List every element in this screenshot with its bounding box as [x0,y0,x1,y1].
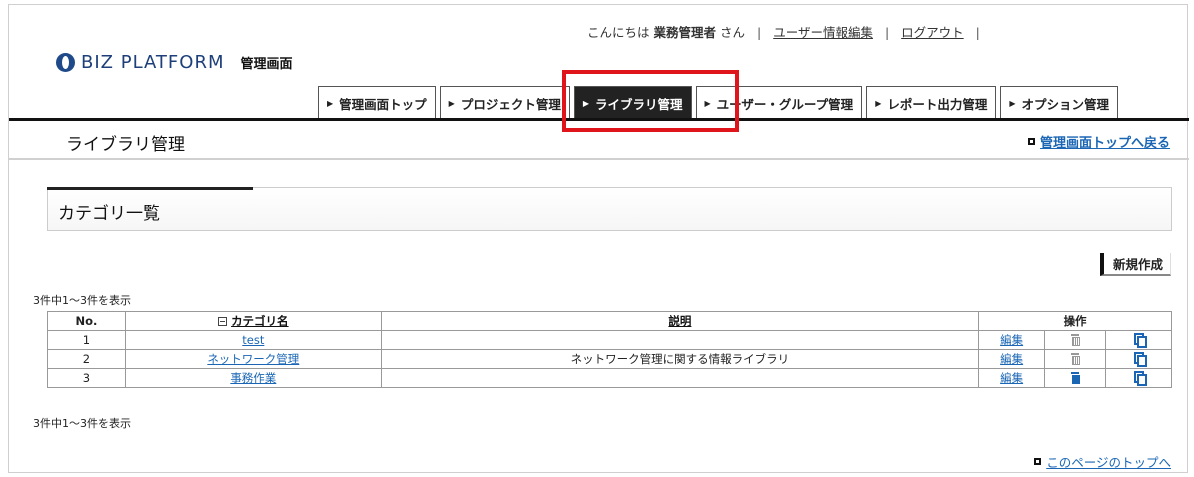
trash-icon [1071,334,1081,346]
table-header-row: No. カテゴリ名 説明 操作 [47,311,1172,331]
col-header-description[interactable]: 説明 [380,311,980,331]
tab-label: ライブラリ管理 [595,96,683,112]
triangle-right-icon: ▶ [875,98,882,108]
logo[interactable]: BIZ PLATFORM 管理画面 [56,52,293,73]
row-name-cell: test [124,330,382,350]
edit-link[interactable]: 編集 [1000,371,1023,385]
table-row: 1 test 編集 [47,330,1172,350]
tab-option[interactable]: ▶ オプション管理 [1000,86,1119,119]
col-header-name[interactable]: カテゴリ名 [124,311,382,331]
panel-title: カテゴリ一覧 [58,204,160,224]
tab-label: プロジェクト管理 [460,96,561,112]
row-description: ネットワーク管理に関する情報ライブラリ [380,349,980,369]
tab-report[interactable]: ▶ レポート出力管理 [866,86,997,119]
greeting-suffix: さん [720,25,746,40]
logo-text: BIZ PLATFORM [81,52,225,73]
main-tabs: ▶ 管理画面トップ ▶ プロジェクト管理 ▶ ライブラリ管理 ▶ ユーザー・グループ管理… [318,86,1122,119]
row-no: 1 [47,330,126,350]
row-name-cell: 事務作業 [124,368,382,388]
row-no: 3 [47,368,126,388]
triangle-right-icon: ▶ [704,98,711,108]
sort-name-link[interactable]: カテゴリ名 [231,314,289,328]
row-delete-cell [1044,368,1106,388]
col-header-no: No. [47,311,126,331]
back-link-label: 管理画面トップへ戻る [1039,136,1170,151]
triangle-right-icon: ▶ [582,98,589,108]
copy-icon[interactable] [1133,371,1147,386]
logout-link[interactable]: ログアウト [901,25,964,40]
tab-admin-top[interactable]: ▶ 管理画面トップ [318,86,436,119]
category-panel-header: カテゴリ一覧 [47,187,1172,231]
trash-icon [1071,353,1081,365]
category-link[interactable]: ネットワーク管理 [207,352,299,366]
user-name: 業務管理者 [653,25,717,40]
row-delete-cell [1044,349,1106,369]
col-header-operations: 操作 [978,311,1172,331]
triangle-right-icon: ▶ [327,98,334,108]
edit-user-link[interactable]: ユーザー情報編集 [773,25,873,40]
greeting-prefix: こんにちは [587,25,650,40]
table-row: 3 事務作業 編集 [47,368,1172,388]
row-description [380,330,980,350]
page-top-label: このページのトップへ [1046,455,1171,470]
row-copy-cell [1105,330,1172,350]
row-edit-cell: 編集 [978,330,1046,350]
back-to-top-link[interactable]: 管理画面トップへ戻る [1027,132,1170,151]
row-delete-cell [1044,330,1106,350]
sort-description-link[interactable]: 説明 [668,314,691,328]
category-link[interactable]: 事務作業 [230,371,276,385]
separator: | [757,25,762,40]
tabs-divider [9,118,1189,121]
tab-user-group[interactable]: ▶ ユーザー・グループ管理 [695,86,863,119]
triangle-right-icon: ▶ [1009,98,1016,108]
panel-accent [47,187,253,190]
page-top-link[interactable]: このページのトップへ [1034,452,1171,471]
logo-subtitle: 管理画面 [240,57,293,72]
page-title: ライブラリ管理 [66,135,185,155]
row-copy-cell [1105,368,1172,388]
row-name-cell: ネットワーク管理 [124,349,382,369]
row-edit-cell: 編集 [978,368,1046,388]
page-frame: こんにちは 業務管理者 さん | ユーザー情報編集 | ログアウト | BIZ … [8,4,1189,473]
row-copy-cell [1105,349,1172,369]
tab-label: オプション管理 [1021,96,1110,112]
result-count-top: 3件中1～3件を表示 [33,294,131,307]
logo-icon [56,53,75,72]
tab-label: レポート出力管理 [887,96,988,112]
category-link[interactable]: test [242,333,264,347]
sort-icon [218,317,228,326]
copy-icon[interactable] [1133,333,1147,348]
result-count-bottom: 3件中1～3件を表示 [33,417,131,430]
copy-icon[interactable] [1133,352,1147,367]
tab-label: 管理画面トップ [339,96,427,112]
row-description [380,368,980,388]
separator: | [975,25,980,40]
row-edit-cell: 編集 [978,349,1046,369]
triangle-right-icon: ▶ [448,98,455,108]
trash-icon[interactable] [1071,372,1081,384]
separator: | [884,25,890,40]
new-button[interactable]: 新規作成 [1099,253,1171,276]
square-bullet-icon [1034,458,1042,465]
tab-project[interactable]: ▶ プロジェクト管理 [439,86,570,119]
row-no: 2 [47,349,126,369]
title-divider [9,158,1189,160]
tab-label: ユーザー・グループ管理 [716,96,854,112]
tab-library[interactable]: ▶ ライブラリ管理 [573,86,692,119]
table-row: 2 ネットワーク管理 ネットワーク管理に関する情報ライブラリ 編集 [47,349,1172,369]
edit-link[interactable]: 編集 [1000,333,1023,347]
edit-link[interactable]: 編集 [1000,352,1023,366]
square-bullet-icon [1027,138,1035,145]
category-table: No. カテゴリ名 説明 操作 1 test 編集 2 ネットワーク管理 ネット… [47,311,1172,388]
user-greeting: こんにちは 業務管理者 さん | ユーザー情報編集 | ログアウト | [587,22,988,41]
